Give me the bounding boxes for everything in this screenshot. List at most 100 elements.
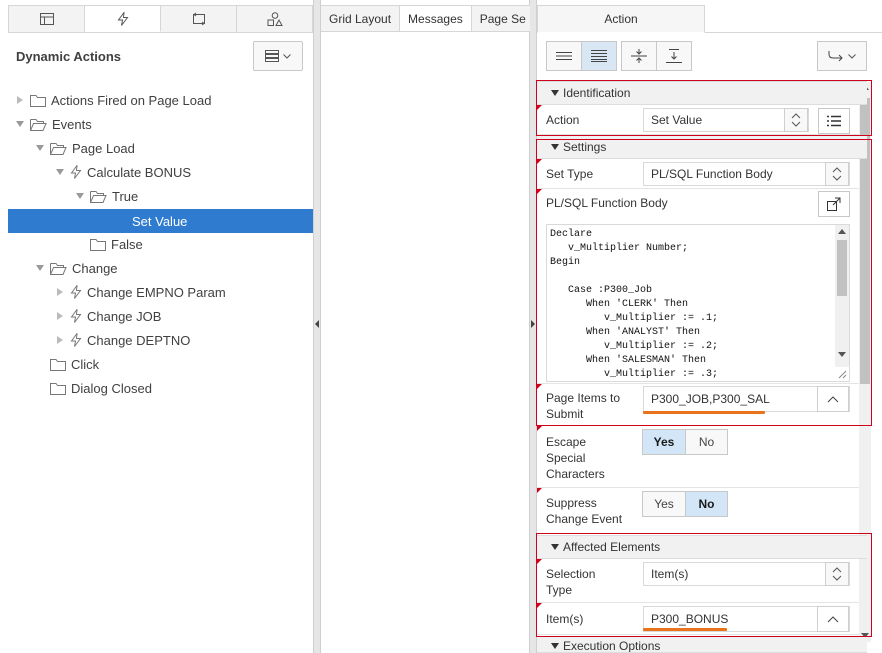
tab-rendering[interactable] (9, 6, 85, 32)
collapse-all-button[interactable] (621, 41, 657, 71)
lightning-icon (70, 333, 82, 347)
expand-editor-icon (827, 197, 841, 211)
tree-node-dialog-closed[interactable]: Dialog Closed (50, 376, 152, 400)
select-arrows-icon (825, 162, 849, 186)
property-label: Item(s) (546, 612, 584, 626)
tab-dynamic-actions[interactable] (85, 6, 161, 32)
folder-icon (50, 382, 66, 395)
section-settings[interactable]: Settings (537, 135, 867, 159)
tree-node-true[interactable]: True (74, 184, 138, 208)
show-common-button[interactable] (546, 41, 582, 71)
folder-open-icon (50, 142, 67, 155)
tree-label: False (111, 236, 143, 252)
shared-components-icon (267, 12, 283, 26)
tree-node-false[interactable]: False (90, 232, 143, 256)
panel-menu-button[interactable] (253, 41, 303, 71)
tree-node-click[interactable]: Click (50, 352, 99, 376)
tree-node-change-empno[interactable]: Change EMPNO Param (54, 280, 226, 304)
folder-icon (90, 238, 106, 251)
scroll-thumb[interactable] (837, 240, 847, 296)
section-title: Identification (563, 86, 631, 100)
property-label: Selection Type (546, 567, 596, 597)
tree-node-change-job[interactable]: Change JOB (54, 304, 161, 328)
section-title: Settings (563, 140, 607, 154)
tree-label: Change JOB (87, 308, 162, 324)
tab-shared-components[interactable] (237, 6, 312, 32)
select-arrows-icon (784, 108, 808, 132)
scroll-up-icon[interactable] (838, 229, 846, 234)
folder-open-icon (30, 118, 47, 131)
required-marker (537, 189, 542, 194)
items-picker[interactable] (817, 606, 849, 632)
selection-type-select[interactable]: Item(s) (643, 562, 850, 586)
set-type-select[interactable]: PL/SQL Function Body (643, 162, 850, 186)
collapse-arrow-icon[interactable] (56, 169, 64, 175)
tab-page-search[interactable]: Page Se (471, 5, 534, 32)
expand-arrow-icon[interactable] (57, 288, 63, 296)
collapse-right-icon[interactable] (531, 320, 535, 328)
chevron-down-icon (848, 53, 856, 59)
tree-node-events[interactable]: Events (14, 112, 92, 136)
tree-label: Click (71, 356, 100, 372)
tab-action[interactable]: Action (537, 5, 705, 33)
section-identification[interactable]: Identification (537, 81, 867, 105)
collapse-left-icon[interactable] (315, 320, 319, 328)
input-value: P300_JOB,P300_SAL (651, 392, 770, 406)
collapse-arrow-icon[interactable] (16, 121, 24, 127)
action-select[interactable]: Set Value (643, 108, 809, 132)
section-execution-options[interactable]: Execution Options (537, 636, 867, 653)
expand-all-button[interactable] (656, 41, 692, 71)
collapse-triangle-icon (551, 144, 559, 150)
lightning-icon (70, 165, 82, 179)
property-page-items: Page Items to Submit P300_JOB,P300_SAL (537, 384, 859, 426)
collapse-arrow-icon[interactable] (36, 145, 44, 151)
folder-open-icon (50, 262, 67, 275)
panel-title: Dynamic Actions (16, 49, 121, 64)
tree-label: Change DEPTNO (87, 332, 191, 348)
tree-node-actions-fired[interactable]: Actions Fired on Page Load (14, 88, 211, 112)
plsql-code-editor[interactable]: Declare v_Multiplier Number; Begin Case … (546, 224, 850, 382)
section-title: Affected Elements (563, 540, 661, 554)
property-label: Action (546, 113, 580, 127)
tree-label: Events (52, 116, 92, 132)
tab-grid-layout[interactable]: Grid Layout (321, 5, 401, 32)
resize-grip-icon[interactable] (838, 370, 847, 379)
tree-node-calculate-bonus[interactable]: Calculate BONUS (54, 160, 191, 184)
escape-yes[interactable]: Yes (643, 430, 685, 454)
section-affected-elements[interactable]: Affected Elements (537, 535, 867, 559)
property-editor: Action Identification Action Set Value S… (536, 0, 882, 653)
folder-icon (30, 94, 46, 107)
select-value: Set Value (651, 113, 703, 127)
collapse-triangle-icon (551, 544, 559, 550)
page-items-input[interactable]: P300_JOB,P300_SAL (643, 386, 850, 412)
code-scrollbar[interactable] (835, 225, 849, 367)
suppress-no[interactable]: No (685, 492, 727, 516)
expand-arrow-icon[interactable] (57, 312, 63, 320)
page-items-picker[interactable] (817, 386, 849, 412)
tab-processing[interactable] (161, 6, 237, 32)
collapse-arrow-icon[interactable] (76, 193, 84, 199)
goto-arrow-icon (828, 51, 843, 62)
chevron-up-icon (827, 615, 839, 622)
scroll-down-icon[interactable] (838, 352, 846, 357)
tree-label: Calculate BONUS (87, 164, 192, 180)
go-to-group-button[interactable] (817, 41, 867, 71)
suppress-toggle[interactable]: Yes No (642, 491, 728, 517)
tree-node-change-deptno[interactable]: Change DEPTNO (54, 328, 190, 352)
collapse-arrow-icon[interactable] (36, 265, 44, 271)
expand-arrow-icon[interactable] (17, 96, 23, 104)
tree-label: Actions Fired on Page Load (51, 92, 212, 108)
action-list-button[interactable] (818, 108, 850, 134)
escape-no[interactable]: No (685, 430, 727, 454)
expand-arrow-icon[interactable] (57, 336, 63, 344)
tree-node-page-load[interactable]: Page Load (34, 136, 135, 160)
tree-node-change[interactable]: Change (34, 256, 118, 280)
required-marker (537, 488, 542, 493)
highlight-underline (643, 628, 727, 631)
tab-messages[interactable]: Messages (400, 5, 472, 32)
escape-toggle[interactable]: Yes No (642, 429, 728, 455)
select-value: PL/SQL Function Body (651, 167, 773, 181)
suppress-yes[interactable]: Yes (643, 492, 685, 516)
open-code-editor-button[interactable] (818, 191, 850, 217)
show-all-button[interactable] (581, 41, 617, 71)
